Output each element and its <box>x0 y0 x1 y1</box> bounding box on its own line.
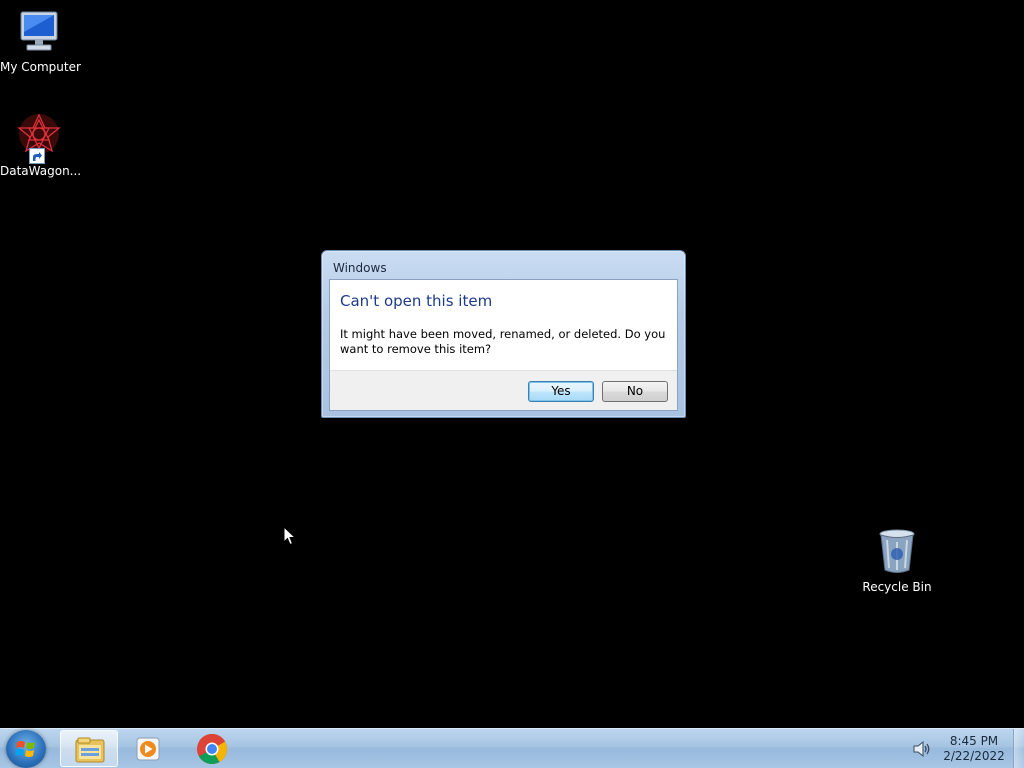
chrome-icon <box>197 733 228 765</box>
shortcut-arrow-icon <box>29 148 45 164</box>
desktop: My Computer DataWagon... Recycle Bin Win… <box>0 0 1024 768</box>
dialog-message: It might have been moved, renamed, or de… <box>340 327 666 356</box>
taskbar-windows-explorer[interactable] <box>60 730 118 767</box>
cant-open-item-dialog: Windows Can't open this item It might ha… <box>321 250 686 418</box>
clock-date: 2/22/2022 <box>943 749 1005 763</box>
taskbar-chrome[interactable] <box>182 730 240 767</box>
clock-time: 8:45 PM <box>949 734 999 748</box>
desktop-icon-my-computer[interactable]: My Computer <box>0 8 81 75</box>
dialog-button-bar: Yes No <box>330 370 677 410</box>
show-desktop-button[interactable] <box>1013 729 1024 768</box>
desktop-icon-label: Recycle Bin <box>862 580 932 594</box>
windows-explorer-icon <box>75 737 105 763</box>
desktop-icon-recycle-bin[interactable]: Recycle Bin <box>858 528 936 595</box>
datawagon-icon <box>15 112 63 164</box>
speaker-icon[interactable] <box>912 740 932 758</box>
taskbar-media-player[interactable] <box>120 730 178 767</box>
desktop-icon-label: My Computer <box>0 60 81 74</box>
desktop-icon-label: DataWagon... <box>0 164 82 178</box>
desktop-icon-datawagon[interactable]: DataWagon... <box>0 112 82 179</box>
taskbar-clock[interactable]: 8:45 PM 2/22/2022 <box>940 734 1008 764</box>
dialog-heading: Can't open this item <box>340 292 493 310</box>
dialog-title: Windows <box>333 261 387 275</box>
windows-logo-icon <box>15 741 35 757</box>
recycle-bin-icon <box>873 528 921 576</box>
taskbar: 8:45 PM 2/22/2022 <box>0 728 1024 768</box>
media-player-icon <box>136 737 160 761</box>
my-computer-icon <box>15 8 63 56</box>
start-button[interactable] <box>6 730 46 768</box>
mouse-cursor-icon <box>283 525 297 546</box>
yes-button[interactable]: Yes <box>528 381 594 402</box>
no-button[interactable]: No <box>602 381 668 402</box>
dialog-content: Can't open this item It might have been … <box>329 279 678 411</box>
